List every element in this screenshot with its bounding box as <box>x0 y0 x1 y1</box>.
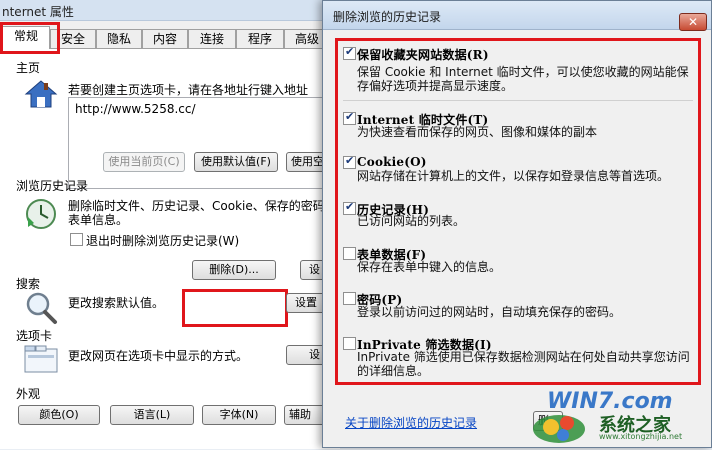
form-data-checkbox[interactable] <box>343 247 356 260</box>
general-tab-pane: 主页 若要创建主页选项卡，请在各地址行键入地址 http://www.5258.… <box>0 48 346 449</box>
tab-content[interactable]: 内容 <box>142 29 188 48</box>
search-section-label: 搜索 <box>16 277 41 291</box>
cookies-title: Cookie(O) <box>357 155 427 169</box>
magnifier-icon <box>24 291 58 325</box>
divider <box>343 100 693 101</box>
history-option-desc: 已访问网站的列表。 <box>357 214 466 228</box>
history-section-label: 浏览历史记录 <box>16 179 89 193</box>
cookies-checkbox[interactable] <box>343 154 356 169</box>
use-default-button[interactable]: 使用默认值(F) <box>194 152 278 172</box>
window-titlebar: nternet 属性 <box>0 0 340 21</box>
temp-files-checkbox[interactable] <box>343 110 356 125</box>
delete-history-button[interactable]: 删除(D)... <box>192 260 276 280</box>
inprivate-checkbox[interactable] <box>343 337 356 350</box>
passwords-desc: 登录以前访问过的网站时，自动填充保存的密码。 <box>357 305 622 319</box>
delete-on-exit-checkbox[interactable] <box>70 233 83 246</box>
site-watermark-logo: WIN7.com 系统之家 www.xitongzhijia.net <box>529 387 709 447</box>
homepage-url-text: http://www.5258.cc/ <box>75 102 196 116</box>
tab-security[interactable]: 安全 <box>50 29 96 48</box>
history-desc-2: 表单信息。 <box>68 213 129 227</box>
close-button[interactable]: ✕ <box>679 13 707 31</box>
cookies-desc: 网站存储在计算机上的文件，以保存如登录信息等首选项。 <box>357 169 670 183</box>
fonts-button[interactable]: 字体(N) <box>202 405 276 425</box>
delete-on-exit-label: 退出时删除浏览历史记录(W) <box>86 234 240 248</box>
tabs-window-icon <box>24 345 58 373</box>
tab-programs[interactable]: 程序 <box>236 29 284 48</box>
dialog-titlebar: 删除浏览的历史记录 ✕ <box>323 1 711 31</box>
keep-favorites-title: 保留收藏夹网站数据(R) <box>357 48 489 62</box>
history-clock-icon <box>24 197 58 231</box>
homepage-url-field[interactable]: http://www.5258.cc/ <box>68 97 340 189</box>
appearance-section-label: 外观 <box>16 387 41 401</box>
highlight-delete-button <box>182 289 288 327</box>
internet-options-window: nternet 属性 常规 安全 隐私 内容 连接 程序 高级 主页 若要创建主… <box>0 0 346 449</box>
homepage-section-label: 主页 <box>16 61 41 75</box>
temp-files-desc: 为快速查看而保存的网页、图像和媒体的副本 <box>357 125 598 139</box>
keep-favorites-checkbox[interactable] <box>343 45 356 60</box>
tab-connections[interactable]: 连接 <box>188 29 236 48</box>
tab-general[interactable]: 常规 <box>2 26 50 49</box>
history-checkbox[interactable] <box>343 200 356 215</box>
passwords-checkbox[interactable] <box>343 292 356 305</box>
watermark-url: www.xitongzhijia.net <box>599 432 683 441</box>
languages-button[interactable]: 语言(L) <box>110 405 194 425</box>
house-icon <box>24 79 58 109</box>
colors-button[interactable]: 颜色(O) <box>18 405 100 425</box>
homepage-hint: 若要创建主页选项卡，请在各地址行键入地址 <box>68 83 309 97</box>
inprivate-desc: InPrivate 筛选使用已保存数据检测网站在何处自动共享您访问的详细信息。 <box>357 350 690 378</box>
use-current-button[interactable]: 使用当前页(C) <box>103 152 185 172</box>
window-title: nternet 属性 <box>2 5 74 19</box>
keep-favorites-desc: 保留 Cookie 和 Internet 临时文件，可以使您收藏的网站能保存偏好… <box>357 65 689 93</box>
search-desc: 更改搜索默认值。 <box>68 296 165 310</box>
tabs-section-label: 选项卡 <box>16 329 53 343</box>
about-delete-history-link[interactable]: 关于删除浏览的历史记录 <box>345 414 477 431</box>
tab-privacy[interactable]: 隐私 <box>96 29 142 48</box>
delete-history-dialog: 删除浏览的历史记录 ✕ 保留收藏夹网站数据(R) 保留 Cookie 和 Int… <box>322 0 712 448</box>
dialog-title: 删除浏览的历史记录 <box>333 10 442 24</box>
tabs-desc: 更改网页在选项卡中显示的方式。 <box>68 349 249 363</box>
tab-strip: 常规 安全 隐私 内容 连接 程序 高级 <box>0 26 340 49</box>
form-data-desc: 保存在表单中键入的信息。 <box>357 260 502 274</box>
